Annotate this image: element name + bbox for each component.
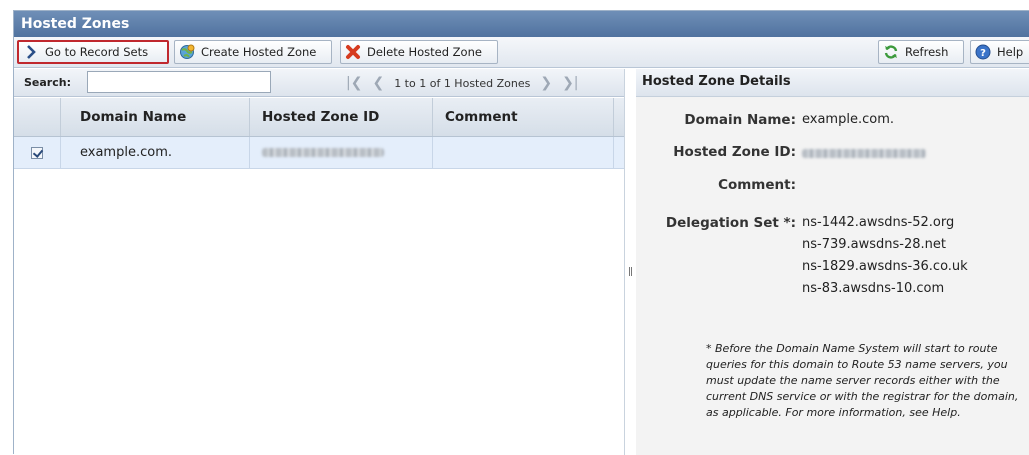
column-header-comment[interactable]: Comment — [433, 98, 614, 136]
name-server-item: ns-739.awsdns-28.net — [802, 237, 946, 252]
refresh-button[interactable]: Refresh — [878, 40, 964, 64]
svg-text:?: ? — [980, 48, 986, 59]
delegation-note: * Before the Domain Name System will sta… — [706, 342, 1019, 419]
comment-label: Comment: — [718, 177, 796, 193]
domain-name-cell: example.com. — [61, 137, 250, 168]
hosted-zone-id-label: Hosted Zone ID: — [673, 144, 796, 160]
prev-page-icon[interactable]: ❮ — [372, 75, 384, 91]
next-page-icon[interactable]: ❯ — [540, 75, 552, 91]
first-page-icon[interactable]: |❮ — [346, 75, 362, 91]
table-row[interactable]: example.com. — [14, 137, 624, 169]
refresh-icon — [883, 44, 899, 60]
create-hosted-zone-label: Create Hosted Zone — [201, 45, 317, 59]
delete-hosted-zone-label: Delete Hosted Zone — [367, 45, 482, 59]
pager: |❮ ❮ 1 to 1 of 1 Hosted Zones ❯ ❯| — [346, 73, 579, 93]
select-column-header — [14, 98, 61, 136]
pager-text: 1 to 1 of 1 Hosted Zones — [394, 76, 531, 90]
hosted-zone-details-panel: Hosted Zone Details Domain Name: example… — [636, 69, 1029, 455]
hosted-zones-panel: Hosted Zones Go to Record Sets Create Ho… — [13, 10, 1029, 455]
column-header-hosted-zone-id[interactable]: Hosted Zone ID — [250, 98, 433, 136]
splitter-grip-icon[interactable] — [629, 267, 632, 276]
help-button[interactable]: ? Help — [970, 40, 1029, 64]
row-select-cell — [14, 137, 61, 168]
panel-splitter[interactable] — [625, 69, 636, 455]
go-to-record-sets-label: Go to Record Sets — [45, 45, 149, 59]
globe-icon — [179, 44, 195, 60]
name-server-item: ns-1442.awsdns-52.org — [802, 215, 955, 230]
help-label: Help — [997, 45, 1024, 59]
create-hosted-zone-button[interactable]: Create Hosted Zone — [174, 40, 332, 64]
comment-cell — [433, 137, 614, 168]
name-server-list: ns-1442.awsdns-52.org ns-739.awsdns-28.n… — [802, 212, 968, 300]
details-title: Hosted Zone Details — [636, 69, 1029, 97]
hosted-zone-id-cell — [250, 137, 433, 168]
hosted-zone-id-value — [802, 144, 926, 160]
refresh-label: Refresh — [905, 45, 949, 59]
table-header: Domain Name Hosted Zone ID Comment — [14, 98, 624, 137]
redacted-zone-id — [802, 149, 926, 158]
delegation-set-label: Delegation Set *: — [665, 215, 796, 231]
delete-hosted-zone-button[interactable]: Delete Hosted Zone — [340, 40, 498, 64]
chevron-right-icon — [23, 44, 39, 60]
redacted-zone-id — [262, 148, 384, 157]
search-label: Search: — [24, 76, 71, 89]
detail-hosted-zone-id: Hosted Zone ID: — [636, 144, 926, 160]
delete-x-icon — [345, 44, 361, 60]
go-to-record-sets-button[interactable]: Go to Record Sets — [17, 40, 169, 64]
search-input[interactable] — [87, 71, 271, 93]
name-server-item: ns-1829.awsdns-36.co.uk — [802, 259, 968, 274]
column-header-domain-name[interactable]: Domain Name — [61, 98, 250, 136]
hosted-zones-table: Domain Name Hosted Zone ID Comment examp… — [14, 98, 624, 169]
detail-delegation-set: Delegation Set *: ns-1442.awsdns-52.org … — [636, 212, 968, 300]
last-page-icon[interactable]: ❯| — [562, 75, 578, 91]
toolbar: Go to Record Sets Create Hosted Zone Del… — [14, 37, 1029, 68]
detail-comment: Comment: — [636, 177, 802, 193]
help-icon: ? — [975, 44, 991, 60]
domain-name-value: example.com. — [802, 112, 894, 127]
panel-title: Hosted Zones — [14, 11, 1029, 37]
name-server-item: ns-83.awsdns-10.com — [802, 281, 945, 296]
domain-name-label: Domain Name: — [684, 112, 796, 128]
search-bar: Search: |❮ ❮ 1 to 1 of 1 Hosted Zones ❯ … — [14, 69, 624, 97]
detail-domain-name: Domain Name: example.com. — [636, 112, 894, 128]
row-checkbox[interactable] — [31, 147, 43, 159]
